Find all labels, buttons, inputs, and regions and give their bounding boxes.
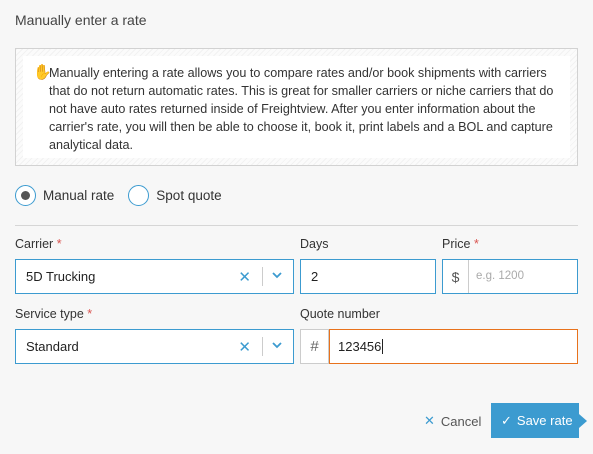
service-type-select[interactable]: Standard ✕: [15, 329, 294, 364]
quote-number-label: Quote number: [300, 307, 380, 321]
price-input[interactable]: $ e.g. 1200: [442, 259, 578, 294]
check-icon: ✓: [501, 412, 512, 428]
save-rate-button[interactable]: ✓ Save rate: [491, 403, 587, 438]
days-value: 2: [311, 269, 319, 284]
days-input[interactable]: 2: [300, 259, 436, 294]
section-divider: [15, 225, 578, 226]
service-type-label: Service type *: [15, 307, 93, 321]
spot-quote-label[interactable]: Spot quote: [156, 188, 221, 203]
carrier-label: Carrier *: [15, 237, 62, 251]
quote-number-value: 123456: [338, 339, 382, 354]
spot-quote-radio[interactable]: [128, 184, 150, 206]
clear-carrier-icon[interactable]: ✕: [238, 268, 251, 286]
price-label: Price *: [442, 237, 479, 251]
info-notice-body: ✋ Manually entering a rate allows you to…: [23, 56, 570, 158]
chevron-down-icon[interactable]: [271, 339, 283, 351]
quote-number-group: # 123456: [300, 329, 578, 364]
service-type-value: Standard: [26, 339, 79, 354]
manual-rate-radio[interactable]: [15, 184, 36, 206]
info-notice: ✋ Manually entering a rate allows you to…: [15, 48, 578, 166]
hash-icon: #: [301, 330, 329, 363]
days-label: Days: [300, 237, 329, 251]
manual-rate-label[interactable]: Manual rate: [43, 188, 114, 203]
rate-type-radio-group: Manual rate Spot quote: [15, 184, 222, 206]
dollar-icon: $: [443, 260, 469, 293]
price-placeholder: e.g. 1200: [476, 270, 524, 282]
page-title: Manually enter a rate: [15, 12, 147, 28]
clear-service-type-icon[interactable]: ✕: [238, 338, 251, 356]
close-icon: ✕: [424, 413, 435, 428]
carrier-select[interactable]: 5D Trucking ✕: [15, 259, 294, 294]
chevron-down-icon[interactable]: [271, 269, 283, 281]
quote-number-input[interactable]: 123456: [329, 329, 578, 364]
cancel-button[interactable]: ✕ Cancel: [424, 413, 481, 429]
info-notice-text: Manually entering a rate allows you to c…: [49, 66, 554, 152]
carrier-value: 5D Trucking: [26, 269, 96, 284]
